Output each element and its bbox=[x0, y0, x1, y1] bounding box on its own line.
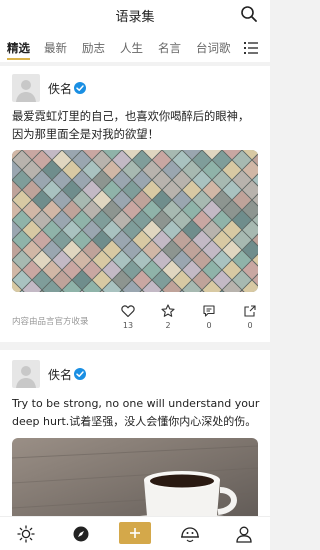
tile-wall-image bbox=[12, 150, 258, 292]
favorite-button[interactable]: 2 bbox=[158, 304, 178, 330]
profile-icon[interactable] bbox=[235, 525, 253, 543]
post-image[interactable] bbox=[12, 150, 258, 292]
quote-text: 最爱霓虹灯里的自己，也喜欢你喝醉后的眼神， 因为那里面全是对我的欲望！ bbox=[12, 108, 260, 144]
verified-icon bbox=[74, 82, 86, 94]
avatar[interactable] bbox=[12, 74, 40, 102]
tab-latest[interactable]: 最新 bbox=[44, 40, 67, 56]
share-button[interactable]: 0 bbox=[240, 304, 260, 330]
menu-icon[interactable] bbox=[244, 42, 258, 54]
quote-line: 因为那里面全是对我的欲望！ bbox=[12, 128, 159, 141]
default-avatar-icon bbox=[16, 366, 36, 388]
quote-line: 最爱霓虹灯里的自己，也喜欢你喝醉后的眼神， bbox=[12, 110, 250, 123]
search-icon[interactable] bbox=[240, 5, 258, 23]
tab-lines-lyrics[interactable]: 台词歌 bbox=[196, 40, 231, 56]
default-avatar-icon bbox=[16, 80, 36, 102]
heart-icon bbox=[121, 305, 135, 318]
category-tabs: 精选 最新 励志 人生 名言 台词歌 bbox=[0, 32, 270, 62]
source-note: 内容由品言官方收录 bbox=[12, 317, 89, 327]
post-card[interactable]: 佚名 最爱霓虹灯里的自己，也喜欢你喝醉后的眼神， 因为那里面全是对我的欲望！ 内… bbox=[0, 66, 270, 342]
tab-featured[interactable]: 精选 bbox=[7, 40, 30, 60]
tab-inspirational[interactable]: 励志 bbox=[82, 40, 105, 56]
quote-line: deep hurt.试着坚强，没人会懂你内心深处的伤。 bbox=[12, 415, 257, 428]
like-count: 13 bbox=[122, 321, 134, 330]
quote-line: Try to be strong, no one will understand… bbox=[12, 397, 260, 410]
fortune-icon[interactable] bbox=[180, 525, 200, 543]
top-bar: 语录集 bbox=[0, 0, 270, 32]
like-button[interactable]: 13 bbox=[118, 304, 138, 330]
share-icon bbox=[244, 305, 256, 317]
quote-text: Try to be strong, no one will understand… bbox=[12, 395, 260, 431]
coffee-cup-image bbox=[12, 438, 258, 520]
post-card[interactable]: 佚名 Try to be strong, no one will underst… bbox=[0, 350, 270, 520]
verified-icon bbox=[74, 368, 86, 380]
share-count: 0 bbox=[247, 321, 253, 330]
star-icon bbox=[161, 304, 175, 317]
active-tab-indicator bbox=[7, 58, 30, 60]
comment-button[interactable]: 0 bbox=[199, 304, 219, 330]
plus-icon bbox=[130, 528, 140, 538]
author-name[interactable]: 佚名 bbox=[48, 80, 72, 97]
bottom-tab-bar bbox=[0, 516, 270, 550]
page-title: 语录集 bbox=[115, 10, 155, 25]
avatar[interactable] bbox=[12, 360, 40, 388]
tab-life[interactable]: 人生 bbox=[120, 40, 143, 56]
favorite-count: 2 bbox=[165, 321, 171, 330]
create-post-button[interactable] bbox=[119, 522, 151, 544]
comment-count: 0 bbox=[206, 321, 212, 330]
compass-icon[interactable] bbox=[72, 525, 90, 543]
tab-famous-quotes[interactable]: 名言 bbox=[158, 40, 181, 56]
author-name[interactable]: 佚名 bbox=[48, 366, 72, 383]
comment-icon bbox=[203, 305, 215, 317]
tab-label: 精选 bbox=[7, 41, 30, 55]
post-image[interactable] bbox=[12, 438, 258, 520]
discover-icon[interactable] bbox=[17, 525, 35, 543]
